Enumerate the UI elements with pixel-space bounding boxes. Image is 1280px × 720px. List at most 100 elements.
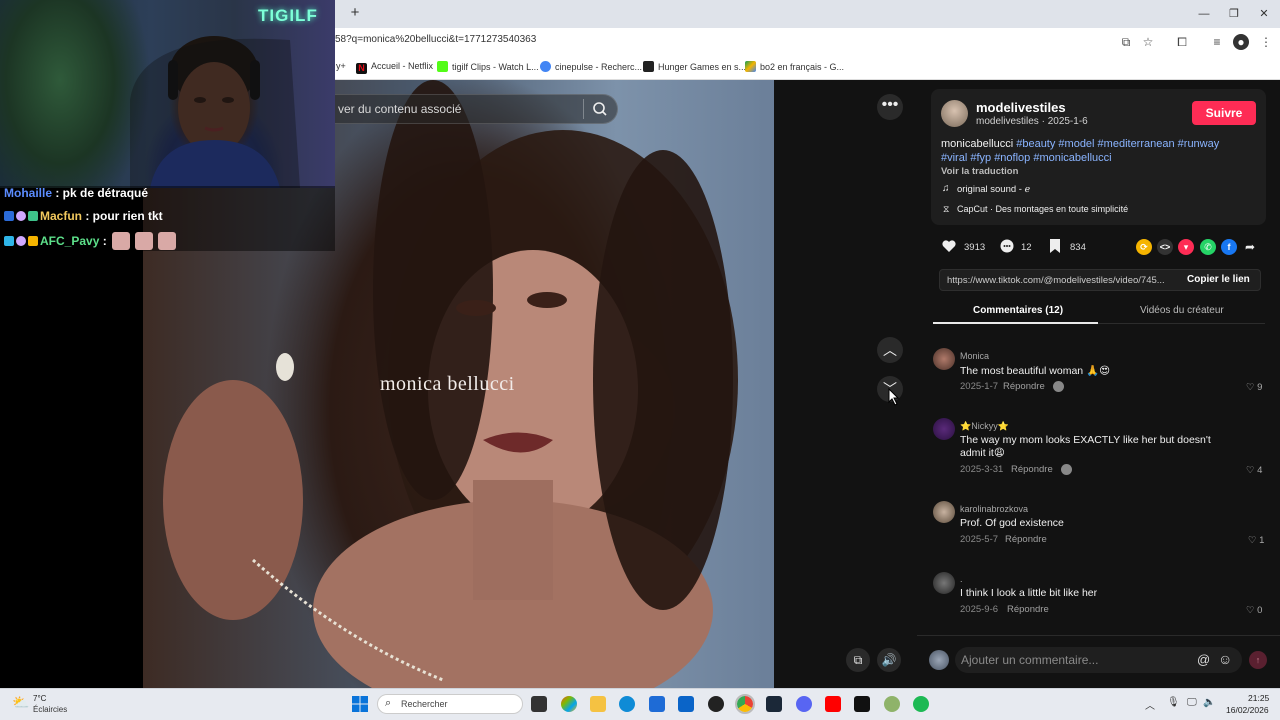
follow-button[interactable]: Suivre <box>1192 101 1256 125</box>
browser-menu-icon[interactable]: ⋮ <box>1258 34 1274 50</box>
weather-temp[interactable]: 7°C <box>33 694 46 703</box>
obs-icon[interactable] <box>708 696 724 712</box>
spotify-icon[interactable] <box>913 696 929 712</box>
steam-icon[interactable] <box>766 696 782 712</box>
creator-avatar[interactable] <box>941 100 968 127</box>
repost-icon[interactable]: ⟳ <box>1136 239 1152 255</box>
sound-label[interactable]: original sound - ℯ <box>957 184 1030 195</box>
restore-icon[interactable]: ❐ <box>1226 6 1242 22</box>
post-comment-button[interactable]: ↑ <box>1249 651 1267 669</box>
chat-message: Macfun : pour rien tkt <box>4 209 163 223</box>
address-bar[interactable]: 58?q=monica%20bellucci&t=1771273540363 <box>335 34 536 45</box>
bookmark-star-icon[interactable]: ☆ <box>1140 34 1156 50</box>
comment-date: 2025-1-7 <box>960 381 999 392</box>
minecraft-icon[interactable] <box>884 696 900 712</box>
bookmark-bo2[interactable]: bo2 en français - G... <box>745 61 844 72</box>
mention-icon[interactable]: @ <box>1197 652 1210 667</box>
edge-icon[interactable] <box>619 696 635 712</box>
profile-avatar-icon[interactable]: ● <box>1233 34 1249 50</box>
heart-icon[interactable] <box>941 238 957 254</box>
comment-author[interactable]: . <box>960 574 963 584</box>
facebook-icon[interactable]: f <box>1221 239 1237 255</box>
bookmark-partial[interactable]: y+ <box>336 61 346 71</box>
comment-like-count[interactable]: ♡ 9 <box>1246 382 1262 393</box>
copilot-icon[interactable] <box>561 696 577 712</box>
comment-avatar[interactable] <box>933 572 955 594</box>
bookmark-tigilf-clips[interactable]: tigilf Clips - Watch L... <box>437 61 539 72</box>
comment-text-cont: admit it😩 <box>960 447 1005 459</box>
tab-creator-videos[interactable]: Vidéos du créateur <box>1140 305 1224 316</box>
task-view-icon[interactable] <box>531 696 547 712</box>
comment-like-count[interactable]: ♡ 1 <box>1248 535 1264 546</box>
bookmark-cinepulse[interactable]: cinepulse - Recherc... <box>540 61 642 72</box>
discord-icon[interactable] <box>796 696 812 712</box>
minimize-icon[interactable]: — <box>1196 6 1212 22</box>
see-translation-link[interactable]: Voir la traduction <box>941 166 1018 177</box>
tab-comments[interactable]: Commentaires (12) <box>973 305 1063 316</box>
extensions-icon[interactable]: ⧠ <box>1174 34 1190 50</box>
creator-username[interactable]: modelivestiles <box>976 100 1066 115</box>
outlook-icon[interactable] <box>678 696 694 712</box>
reply-button[interactable]: Répondre <box>1011 464 1053 475</box>
video-link-text[interactable]: https://www.tiktok.com/@modelivestiles/v… <box>947 275 1165 286</box>
my-avatar <box>929 650 949 670</box>
chrome-icon[interactable] <box>735 694 755 714</box>
taskbar-search[interactable] <box>377 694 523 714</box>
comment-like-count[interactable]: ♡ 4 <box>1246 465 1262 476</box>
youtube-icon[interactable] <box>825 696 841 712</box>
comment-icon[interactable] <box>999 238 1015 254</box>
store-icon[interactable] <box>649 696 665 712</box>
weather-icon[interactable]: ⛅ <box>12 694 29 711</box>
comment-author[interactable]: ⭐Nickyy⭐ <box>960 421 1009 432</box>
comment-author[interactable]: karolinabrozkova <box>960 504 1028 514</box>
search-icon[interactable] <box>592 101 608 117</box>
clock-time[interactable]: 21:25 <box>1248 693 1269 703</box>
mouse-cursor-icon <box>888 388 900 406</box>
new-tab-button[interactable]: + <box>347 5 363 21</box>
install-app-icon[interactable]: ⧉ <box>1118 34 1134 50</box>
volume-button[interactable]: 🔊 <box>877 648 901 672</box>
tiktok-icon[interactable] <box>854 696 870 712</box>
whatsapp-icon[interactable]: ✆ <box>1200 239 1216 255</box>
comment-like-count[interactable]: ♡ 0 <box>1246 605 1262 616</box>
windows-start-icon[interactable] <box>352 696 368 712</box>
chat-badge-icon <box>4 211 14 221</box>
comment-avatar[interactable] <box>933 501 955 523</box>
emoji-icon[interactable]: ☺ <box>1218 651 1232 667</box>
comment-avatar[interactable] <box>933 418 955 440</box>
reply-button[interactable]: Répondre <box>1005 534 1047 545</box>
file-explorer-icon[interactable] <box>590 696 606 712</box>
post-hashtags-1[interactable]: #beauty #model #mediterranean #runway <box>1016 138 1219 150</box>
bookmark-hunger-games[interactable]: Hunger Games en s... <box>643 61 746 72</box>
clock-date[interactable]: 16/02/2026 <box>1226 705 1269 715</box>
close-window-icon[interactable]: ✕ <box>1256 6 1272 22</box>
reply-button[interactable]: Répondre <box>1003 381 1045 392</box>
embed-icon[interactable]: <> <box>1157 239 1173 255</box>
bookmark-netflix[interactable]: N Accueil - Netflix <box>356 61 433 74</box>
post-hashtags-2[interactable]: #viral #fyp #noflop #monicabellucci <box>941 152 1112 164</box>
media-controls-icon[interactable]: ≡ <box>1209 34 1225 50</box>
capcut-label[interactable]: CapCut · Des montages en toute simplicit… <box>957 204 1128 214</box>
floating-player-button[interactable]: ⧉ <box>846 648 870 672</box>
send-icon[interactable]: ▾ <box>1178 239 1194 255</box>
screen: + — ❐ ✕ 58?q=monica%20bellucci&t=1771273… <box>0 0 1280 720</box>
microphone-icon[interactable]: 🎙 <box>1167 697 1180 708</box>
windows-taskbar <box>0 688 1280 720</box>
saves-count: 834 <box>1070 242 1086 253</box>
more-options-button[interactable]: ••• <box>877 94 903 120</box>
reply-button[interactable]: Répondre <box>1007 604 1049 615</box>
chat-badge-icon <box>16 236 26 246</box>
network-icon[interactable]: 🖵 <box>1187 697 1197 708</box>
copy-link-button[interactable]: Copier le lien <box>1187 274 1250 285</box>
share-arrow-icon[interactable]: ➦ <box>1242 239 1258 255</box>
comment-author[interactable]: Monica <box>960 351 989 361</box>
bookmark-icon[interactable] <box>1047 238 1063 254</box>
speaker-icon[interactable]: 🔈 <box>1203 697 1215 708</box>
comment-avatar[interactable] <box>933 348 955 370</box>
previous-video-button[interactable]: ︿ <box>877 337 903 363</box>
comment-text: I think I look a little bit like her <box>960 587 1098 599</box>
comment-date: 2025-5-7 <box>960 534 999 545</box>
likes-count: 3913 <box>964 242 986 253</box>
tray-chevron-icon[interactable]: ︿ <box>1145 697 1155 712</box>
comment-input-divider <box>917 635 1280 636</box>
